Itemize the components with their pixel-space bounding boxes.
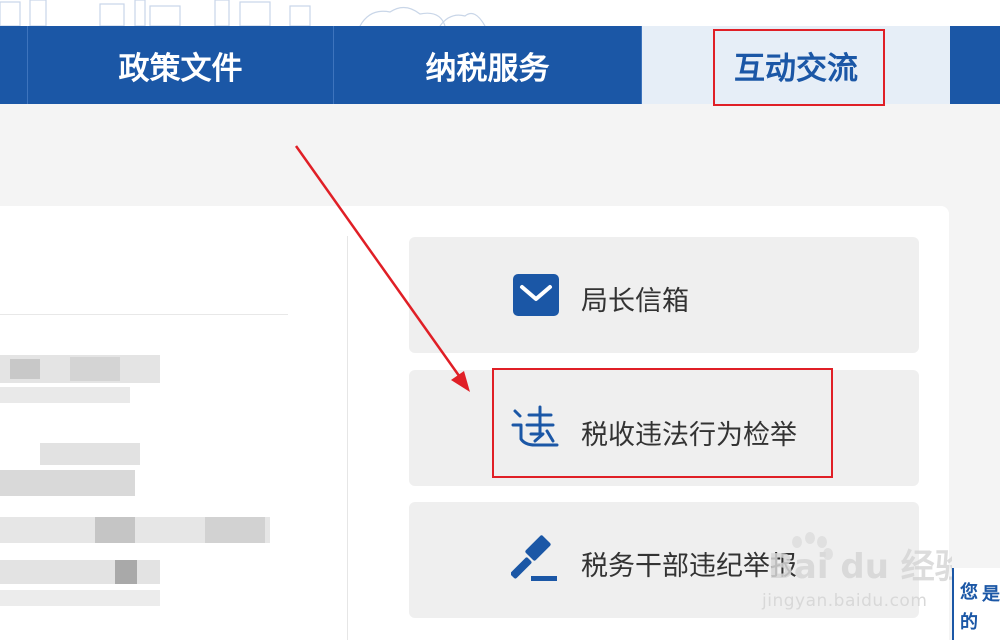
- service-label: 税收违法行为检举: [581, 420, 797, 451]
- nav-tab-label: 政策文件: [118, 50, 243, 87]
- side-tab-char: 您: [960, 582, 978, 603]
- blurred-content: [0, 335, 290, 640]
- nav-tab-previous[interactable]: [0, 26, 28, 104]
- tax-violation-report-icon: [511, 405, 559, 447]
- nav-tab-label: 纳税服务: [425, 50, 550, 87]
- watermark-url: jingyan.baidu.com: [762, 591, 928, 611]
- main-navigation: 政策文件 纳税服务 互动交流: [0, 26, 1000, 104]
- city-skyline-decoration: [0, 0, 486, 26]
- service-director-mailbox[interactable]: 局长信箱: [409, 237, 919, 353]
- nav-tab-label: 互动交流: [734, 50, 858, 87]
- side-tab-char: 是: [982, 584, 1000, 605]
- header-banner: [0, 0, 1000, 26]
- watermark-logo-text: Bai du 经验: [768, 547, 952, 587]
- nav-tab-next[interactable]: [950, 26, 1000, 104]
- floating-side-tab[interactable]: 您 的 是: [952, 568, 1000, 640]
- nav-tab-tax-services[interactable]: 纳税服务: [334, 26, 642, 104]
- side-tab-char: 的: [960, 612, 978, 633]
- gavel-icon: [511, 535, 557, 581]
- nav-tab-policy-documents[interactable]: 政策文件: [28, 26, 334, 104]
- section-divider: [0, 314, 288, 315]
- nav-tab-interaction[interactable]: 互动交流: [642, 26, 950, 104]
- service-tax-violation-report[interactable]: 税收违法行为检举: [409, 370, 919, 486]
- mail-icon: [513, 274, 559, 316]
- baidu-jingyan-watermark-logo: Bai du 经验: [768, 532, 952, 587]
- column-divider: [347, 236, 348, 640]
- service-label: 局长信箱: [581, 286, 689, 317]
